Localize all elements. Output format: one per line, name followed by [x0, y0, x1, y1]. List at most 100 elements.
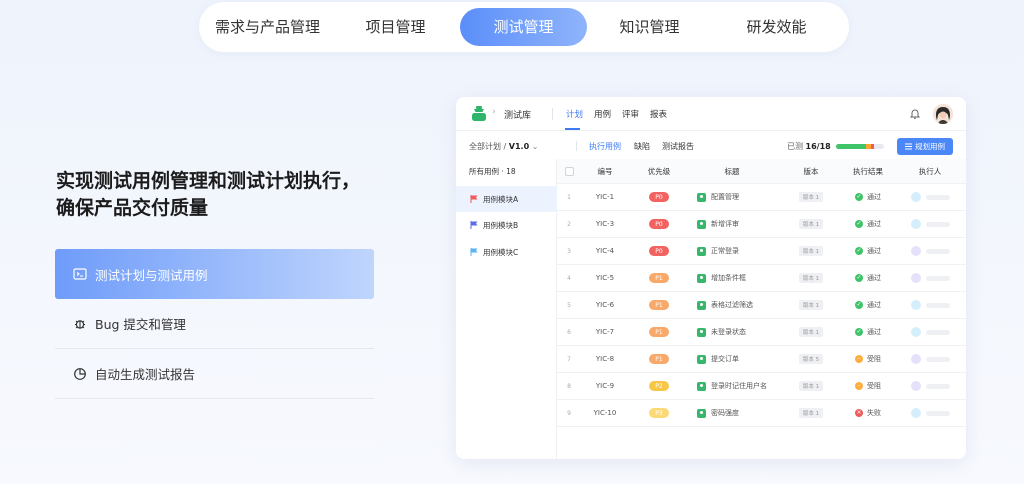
app-tab-reports[interactable]: 报表 — [650, 108, 667, 120]
case-title: 提交订单 — [711, 355, 739, 363]
case-id[interactable]: YIC-6 — [581, 292, 629, 318]
version-cell: 版本 1 — [785, 292, 837, 318]
case-id[interactable]: YIC-7 — [581, 319, 629, 345]
bell-icon[interactable] — [909, 107, 921, 120]
version-cell: 版本 1 — [785, 400, 837, 426]
nav-tab-requirements[interactable]: 需求与产品管理 — [205, 8, 330, 46]
executor-cell[interactable] — [911, 238, 961, 264]
title-cell[interactable]: 正常登录 — [697, 238, 785, 264]
terminal-icon — [73, 268, 87, 280]
app-tab-cases[interactable]: 用例 — [594, 108, 611, 120]
case-id[interactable]: YIC-10 — [581, 400, 629, 426]
priority-cell: P1 — [637, 319, 681, 345]
pie-chart-icon — [74, 367, 86, 380]
version-badge: 版本 1 — [799, 192, 823, 202]
priority-badge: P1 — [649, 327, 669, 337]
title-cell[interactable]: 未登录状态 — [697, 319, 785, 345]
case-id[interactable]: YIC-5 — [581, 265, 629, 291]
subtab-execute-cases[interactable]: 执行用例 — [589, 141, 621, 152]
table-row[interactable]: 6 YIC-7 P1 未登录状态 版本 1 ✓ 通过 — [557, 319, 966, 346]
plan-selector[interactable]: 全部计划 / V1.0 ⌄ — [469, 141, 538, 152]
case-id[interactable]: YIC-1 — [581, 184, 629, 210]
app-tab-plan[interactable]: 计划 — [566, 108, 583, 120]
nav-tab-knowledge[interactable]: 知识管理 — [587, 8, 712, 46]
result-cell[interactable]: ✓ 通过 — [855, 319, 899, 345]
result-cell[interactable]: × 失败 — [855, 400, 899, 426]
table-row[interactable]: 8 YIC-9 P2 登录时记住用户名 版本 1 – 受阻 — [557, 373, 966, 400]
tree-item-module-a[interactable]: 用例模块A — [456, 186, 557, 212]
avatar[interactable] — [933, 104, 953, 124]
executor-cell[interactable] — [911, 319, 961, 345]
case-id[interactable]: YIC-9 — [581, 373, 629, 399]
executor-cell[interactable] — [911, 292, 961, 318]
executor-cell[interactable] — [911, 346, 961, 372]
plan-cases-button[interactable]: 规划用例 — [897, 138, 953, 155]
version-cell: 版本 1 — [785, 238, 837, 264]
result-cell[interactable]: ✓ 通过 — [855, 211, 899, 237]
table-row[interactable]: 1 YIC-1 P0 配置管理 版本 1 ✓ 通过 — [557, 184, 966, 211]
progress-bar — [836, 144, 884, 149]
title-cell[interactable]: 密码强度 — [697, 400, 785, 426]
feature-bug[interactable]: Bug 提交和管理 — [55, 299, 374, 349]
flag-icon — [470, 248, 478, 256]
tree-item-module-b[interactable]: 用例模块B — [456, 212, 557, 238]
case-id[interactable]: YIC-4 — [581, 238, 629, 264]
subtab-defects[interactable]: 缺陷 — [634, 141, 650, 152]
block-status-icon: – — [855, 355, 863, 363]
row-number-cell: 8 — [562, 373, 576, 399]
executor-cell[interactable] — [911, 211, 961, 237]
result-cell[interactable]: – 受阻 — [855, 373, 899, 399]
version-cell: 版本 1 — [785, 184, 837, 210]
title-cell[interactable]: 增加条件框 — [697, 265, 785, 291]
table-row[interactable]: 3 YIC-4 P0 正常登录 版本 1 ✓ 通过 — [557, 238, 966, 265]
executor-cell[interactable] — [911, 265, 961, 291]
version-badge: 版本 1 — [799, 300, 823, 310]
feature-report[interactable]: 自动生成测试报告 — [55, 349, 374, 399]
table-row[interactable]: 5 YIC-6 P1 表格过滤筛选 版本 1 ✓ 通过 — [557, 292, 966, 319]
row-number-cell: 4 — [562, 265, 576, 291]
row-number-cell: 7 — [562, 346, 576, 372]
case-id[interactable]: YIC-8 — [581, 346, 629, 372]
tree-item-module-c[interactable]: 用例模块C — [456, 239, 557, 265]
result-cell[interactable]: – 受阻 — [855, 346, 899, 372]
case-type-icon — [697, 408, 706, 418]
executor-cell[interactable] — [911, 400, 961, 426]
nav-tab-projects[interactable]: 项目管理 — [333, 8, 458, 46]
title-cell[interactable]: 配置管理 — [697, 184, 785, 210]
col-header-id: 编号 — [597, 166, 613, 176]
priority-badge: P3 — [649, 408, 669, 418]
version-cell: 版本 1 — [785, 265, 837, 291]
executor-cell[interactable] — [911, 184, 961, 210]
table-row[interactable]: 2 YIC-3 P0 新增评审 版本 1 ✓ 通过 — [557, 211, 966, 238]
progress-text: 已测 16/18 — [787, 141, 831, 152]
nav-tab-efficiency[interactable]: 研发效能 — [714, 8, 839, 46]
hero-headline: 实现测试用例管理和测试计划执行， 确保产品交付质量 — [56, 168, 360, 222]
executor-avatar — [911, 300, 921, 310]
result-cell[interactable]: ✓ 通过 — [855, 292, 899, 318]
select-all-cell[interactable] — [562, 159, 576, 183]
executor-avatar — [911, 192, 921, 202]
result-cell[interactable]: ✓ 通过 — [855, 265, 899, 291]
subtab-test-report[interactable]: 测试报告 — [662, 141, 694, 152]
table-row[interactable]: 4 YIC-5 P1 增加条件框 版本 1 ✓ 通过 — [557, 265, 966, 292]
feature-test-plan[interactable]: 测试计划与测试用例 — [55, 249, 374, 299]
title-cell[interactable]: 提交订单 — [697, 346, 785, 372]
title-cell[interactable]: 表格过滤筛选 — [697, 292, 785, 318]
select-all-checkbox[interactable] — [564, 166, 574, 176]
table-row[interactable]: 7 YIC-8 P1 提交订单 版本 5 – 受阻 — [557, 346, 966, 373]
priority-badge: P1 — [649, 354, 669, 364]
title-cell[interactable]: 登录时记住用户名 — [697, 373, 785, 399]
result-cell[interactable]: ✓ 通过 — [855, 238, 899, 264]
table-row[interactable]: 9 YIC-10 P3 密码强度 版本 1 × 失败 — [557, 400, 966, 427]
result-cell[interactable]: ✓ 通过 — [855, 184, 899, 210]
executor-name-placeholder — [926, 410, 950, 416]
progress-pass — [836, 144, 866, 149]
app-tab-review[interactable]: 评审 — [622, 108, 639, 120]
row-number-cell: 1 — [562, 184, 576, 210]
executor-cell[interactable] — [911, 373, 961, 399]
case-title: 配置管理 — [711, 193, 739, 201]
title-cell[interactable]: 新增评审 — [697, 211, 785, 237]
nav-tab-testing[interactable]: 测试管理 — [460, 8, 587, 46]
case-id[interactable]: YIC-3 — [581, 211, 629, 237]
row-number-cell: 9 — [562, 400, 576, 426]
